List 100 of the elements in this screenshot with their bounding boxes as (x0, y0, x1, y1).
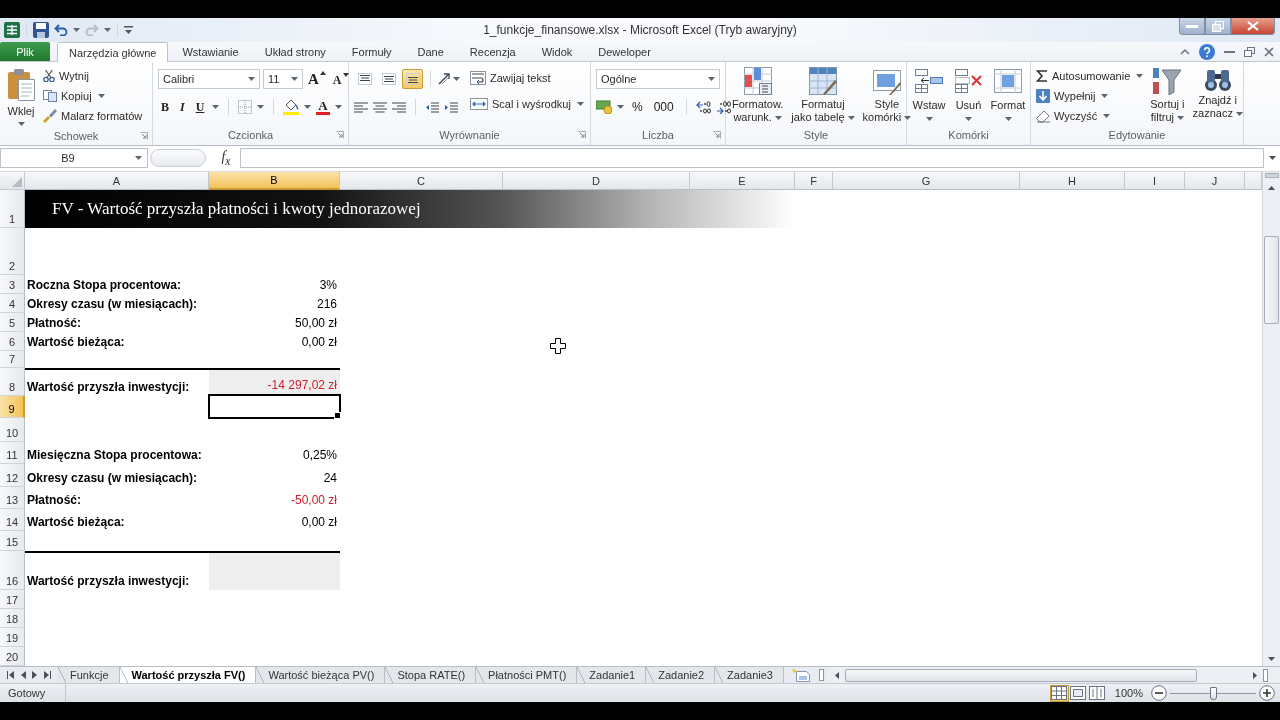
spreadsheet-logo-icon[interactable] (4, 22, 20, 38)
new-sheet-icon[interactable] (791, 668, 810, 682)
minimize-button[interactable] (1179, 18, 1205, 35)
caret-icon[interactable] (291, 77, 298, 81)
arrow-right-icon[interactable] (1253, 671, 1257, 679)
close-icon[interactable] (1264, 46, 1274, 57)
autosum-button[interactable]: Autosumowanie (1034, 66, 1146, 86)
align-right-icon[interactable] (392, 101, 406, 113)
row-header[interactable]: 5 (0, 313, 25, 332)
sheet-tab[interactable]: Stopa RATE() (385, 667, 477, 683)
caret-icon[interactable] (334, 105, 342, 109)
insert-function-button[interactable]: f$_{x}$ (214, 148, 238, 168)
zoom-level[interactable]: 100% (1114, 687, 1143, 699)
caret-icon[interactable] (104, 28, 111, 32)
row-header[interactable]: 15 (0, 531, 25, 551)
arrow-left-icon[interactable] (834, 671, 839, 679)
caret-up-icon[interactable] (1180, 48, 1190, 55)
split-box[interactable] (1263, 668, 1268, 682)
cut-button[interactable]: Wytnij (41, 66, 145, 86)
row-header[interactable]: 8 (0, 368, 25, 396)
ribbon-tab[interactable]: Deweloper (586, 42, 663, 61)
format-cells-button[interactable]: Format (989, 65, 1027, 127)
shrink-font-button[interactable]: A (330, 70, 351, 88)
conditional-format-button[interactable]: Formatow. warunk. (729, 65, 787, 127)
launcher-icon[interactable] (578, 130, 586, 139)
caret-icon[interactable] (1269, 156, 1276, 160)
caret-icon[interactable] (1103, 114, 1111, 118)
caret-icon[interactable] (847, 116, 855, 121)
caret-icon[interactable] (453, 77, 460, 81)
column-header[interactable]: F (795, 172, 833, 190)
arrow-right-icon[interactable] (32, 671, 38, 679)
row-header[interactable]: 13 (0, 487, 25, 509)
font-color-button[interactable]: A (316, 99, 330, 115)
caret-icon[interactable] (965, 117, 972, 121)
ribbon-tab[interactable]: Układ strony (252, 42, 338, 61)
caret-icon[interactable] (1235, 112, 1243, 117)
caret-icon[interactable] (304, 105, 312, 109)
wrap-text-button[interactable]: Zawijaj tekst (468, 68, 586, 88)
caret-icon[interactable] (1004, 117, 1012, 121)
caret-icon[interactable] (97, 94, 105, 98)
row-header[interactable]: 18 (0, 609, 25, 628)
caret-icon[interactable] (576, 102, 584, 106)
row-header[interactable]: 4 (0, 294, 25, 313)
column-header[interactable]: B (209, 172, 340, 190)
caret-icon[interactable] (73, 28, 80, 32)
row-header[interactable]: 2 (0, 228, 25, 275)
skip-left-icon[interactable] (7, 671, 15, 679)
caret-icon[interactable] (1136, 74, 1144, 78)
row-header[interactable]: 10 (0, 418, 25, 442)
column-header[interactable]: E (690, 172, 795, 190)
decimal-increase-icon[interactable] (695, 100, 711, 114)
row-header[interactable]: 20 (0, 647, 25, 666)
row-header[interactable]: 11 (0, 442, 25, 464)
selected-cell[interactable] (208, 394, 341, 419)
name-box[interactable]: B9 (0, 148, 148, 168)
ribbon-tab[interactable]: Widok (529, 42, 585, 61)
sheet-tab[interactable]: Zadanie1 (577, 667, 647, 683)
row-header[interactable]: 14 (0, 509, 25, 531)
column-header[interactable]: C (340, 172, 503, 190)
column-header[interactable]: H (1020, 172, 1125, 190)
percent-button[interactable]: % (629, 100, 646, 114)
page-break-button[interactable] (1087, 684, 1107, 702)
caret-icon[interactable] (1177, 116, 1184, 121)
row-header[interactable]: 16 (0, 551, 25, 590)
caret-icon[interactable] (904, 116, 912, 121)
row-header[interactable]: 9 (0, 396, 25, 418)
italic-button[interactable]: I (177, 99, 188, 115)
save-icon[interactable] (33, 22, 49, 38)
arrow-down-icon[interactable] (1268, 657, 1275, 661)
grow-font-button[interactable]: A (306, 70, 328, 88)
column-header[interactable]: J (1185, 172, 1245, 190)
thousands-button[interactable]: 000 (650, 100, 677, 114)
row-header[interactable]: 1 (0, 190, 25, 228)
vertical-scrollbar[interactable] (1262, 172, 1280, 666)
column-header[interactable]: A (25, 172, 209, 190)
ribbon-tab[interactable]: Narzędzia główne (57, 42, 169, 62)
sheet-tab[interactable]: Funkcje (58, 667, 120, 683)
indent-decrease-icon[interactable] (425, 101, 439, 113)
minimize-icon[interactable] (1224, 50, 1235, 53)
row-header[interactable]: 6 (0, 332, 25, 351)
ribbon-tab[interactable]: Recenzja (457, 42, 528, 61)
underline-button[interactable]: U (192, 99, 208, 115)
scroll-thumb[interactable] (844, 668, 1197, 682)
sheet-tab[interactable]: Zadanie3 (715, 667, 784, 683)
row-header[interactable]: 12 (0, 464, 25, 487)
format-painter-button[interactable]: Malarz formatów (41, 106, 145, 126)
dropdown-icon[interactable] (124, 26, 133, 34)
caret-icon[interactable] (17, 122, 25, 126)
column-header[interactable]: I (1125, 172, 1185, 190)
scroll-thumb[interactable] (1264, 236, 1279, 324)
sheet-tab[interactable]: Wartość przyszła FV() (119, 667, 257, 683)
splitter-handle[interactable] (150, 149, 206, 167)
indent-increase-icon[interactable] (444, 101, 458, 113)
close-button[interactable] (1231, 18, 1275, 35)
delete-cells-button[interactable]: Usuń (950, 65, 987, 127)
align-left-icon[interactable] (354, 101, 368, 113)
bold-button[interactable]: B (158, 99, 172, 115)
file-tab[interactable]: Plik (0, 42, 50, 61)
clear-button[interactable]: Wyczyść (1034, 106, 1146, 126)
row-header[interactable]: 19 (0, 628, 25, 647)
